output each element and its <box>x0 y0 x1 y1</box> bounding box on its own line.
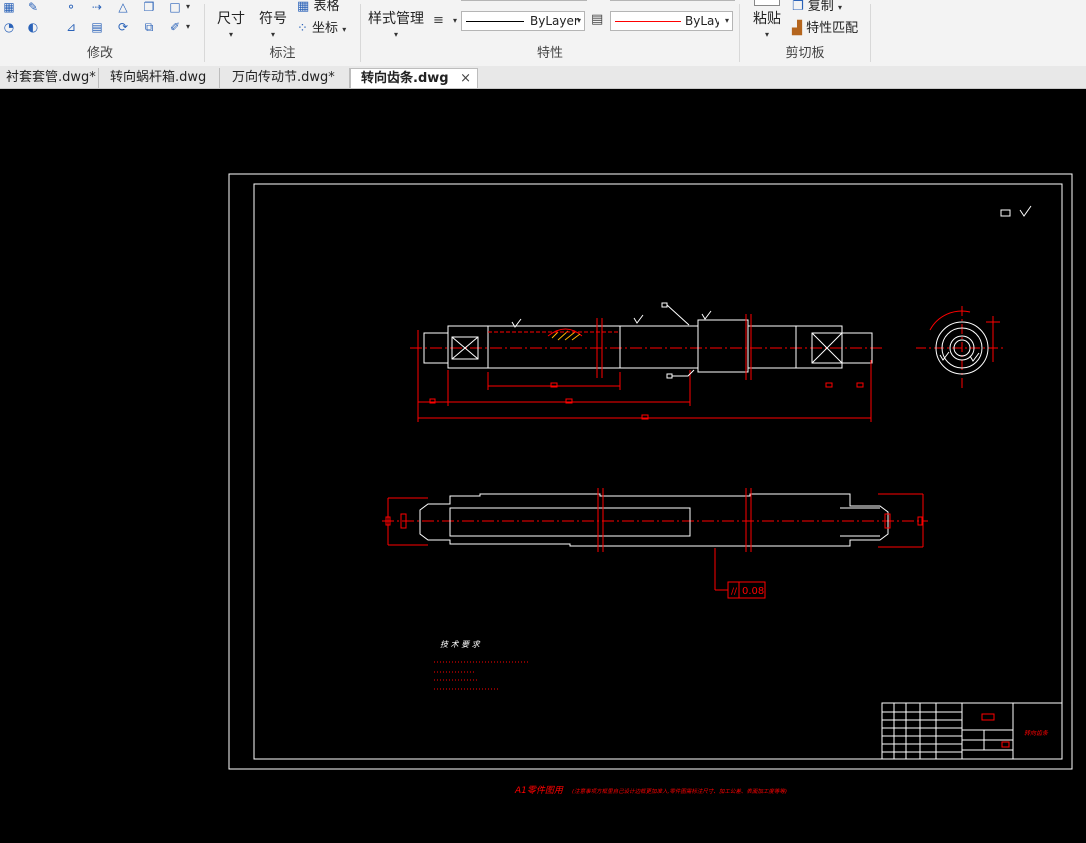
linetype-value: ByLayer <box>530 14 579 28</box>
title-block: 转向齿条 <box>881 702 1063 760</box>
paste-button[interactable]: 粘贴 ▾ <box>753 8 781 39</box>
technical-requirements: 技 术 要 求 <box>434 640 528 690</box>
chevron-down-icon: ▾ <box>270 30 275 39</box>
document-tabs: 衬套套管.dwg* 转向蜗杆箱.dwg 万向传动节.dwg* 转向齿条.dwg … <box>0 66 1086 89</box>
bottom-note: A1零件图用 (注意事项方框里自己设计边框更加准入,零件图需标注尺寸、加工公差、… <box>514 785 787 796</box>
shaft-side-view <box>916 306 1004 390</box>
ribbon: ▦ ◔ ✎ ◐ ⚬ ⊿ ⇢ ▤ △ ⟳ ❐ ⧉ □ ▾ ✐ ▾ 修改 尺寸 ▾ … <box>0 0 1086 67</box>
clipboard-icon <box>754 0 780 6</box>
inner-frame <box>253 183 1063 760</box>
tab-label: 转向蜗杆箱.dwg <box>110 70 207 85</box>
lineweight-icon[interactable]: ≡ <box>433 13 444 28</box>
titleblock-part-name: 转向齿条 <box>1024 729 1049 737</box>
coordinate-button[interactable]: ⁘ 坐标 ▾ <box>297 17 346 36</box>
pencil-icon[interactable]: ✎ <box>26 0 40 14</box>
annotation-panel: 尺寸 ▾ 符号 ▾ ▦ 表格 ⁘ 坐标 ▾ 标注 <box>205 0 360 66</box>
linetype-dropdown[interactable]: ByLayer ▾ <box>461 11 585 31</box>
surface-roughness-note <box>1000 205 1032 217</box>
grid-icon[interactable]: ▦ <box>2 0 16 14</box>
rotate-icon[interactable]: ◔ <box>2 20 16 34</box>
tab-label: 衬套套管.dwg* <box>6 70 96 85</box>
mirror-icon[interactable]: △ <box>116 0 130 14</box>
color-preview <box>615 21 681 22</box>
panel-title-clipboard: 剪切板 <box>785 46 825 61</box>
refresh-icon[interactable]: ⟳ <box>116 20 130 34</box>
style-manager-label: 样式管理 <box>368 11 424 27</box>
symbol-label: 符号 <box>259 11 287 27</box>
tab-document[interactable]: 万向传动节.dwg* <box>222 68 350 88</box>
tolerance-value: 0.08 <box>742 586 764 597</box>
chevron-down-icon: ▾ <box>342 25 347 34</box>
chevron-down-icon: ▾ <box>724 16 729 25</box>
properties-panel: 样式管理 ▾ ≡ ▾ ByLayer ▾ ▤ ByLayer ▾ 特性 <box>361 0 739 66</box>
sphere-icon[interactable]: ◐ <box>26 20 40 34</box>
table-label: 表格 <box>313 0 340 14</box>
dropdown-above <box>461 0 587 1</box>
clipboard-panel: 粘贴 ▾ ❐ 复制 ▾ ▟ 特性匹配 剪切板 <box>740 0 870 66</box>
tab-document[interactable]: 衬套套管.dwg* <box>0 68 99 88</box>
bottom-note-main: A1零件图用 <box>514 785 564 796</box>
array-icon[interactable]: ⧉ <box>142 20 156 34</box>
dropdown-above <box>610 0 735 1</box>
match-properties-label: 特性匹配 <box>806 21 859 36</box>
geometric-tolerance-frame: // 0.08 <box>727 581 766 599</box>
copy-object-icon[interactable]: ❐ <box>142 0 156 14</box>
color-value: ByLayer <box>685 14 719 28</box>
chevron-down-icon: ▾ <box>576 16 581 25</box>
match-properties-button[interactable]: ▟ 特性匹配 <box>792 17 858 36</box>
panel-divider <box>870 4 871 62</box>
layer-icon[interactable]: ▤ <box>591 12 603 27</box>
coordinate-label: 坐标 <box>312 21 339 36</box>
table-icon: ▦ <box>297 0 310 14</box>
dimension-label: 尺寸 <box>217 11 245 27</box>
tab-document-active[interactable]: 转向齿条.dwg × <box>350 68 478 88</box>
edit-icon[interactable]: ✐ <box>168 20 182 34</box>
document-icon[interactable]: ▤ <box>90 20 104 34</box>
shaft-front-annotations <box>511 302 712 379</box>
extend-icon[interactable]: ⇢ <box>90 0 104 14</box>
chevron-down-icon[interactable]: ▾ <box>186 2 190 11</box>
tolerance-symbol: // <box>731 587 738 597</box>
outer-frame <box>228 173 1073 770</box>
dimension-button[interactable]: 尺寸 ▾ <box>217 8 245 39</box>
shaft-bottom-view <box>382 493 928 547</box>
chevron-down-icon[interactable]: ▾ <box>186 22 190 31</box>
shaft-bottom-dimensions <box>385 488 924 591</box>
bottom-note-sub: (注意事项方框里自己设计边框更加准入,零件图需标注尺寸、加工公差、表面加工度等等… <box>572 788 787 795</box>
drawing-canvas[interactable]: // 0.08 技 术 要 求 转向齿条 A1零件图用 (注意事项方框里自己设计… <box>0 88 1086 843</box>
nodes-icon[interactable]: ⚬ <box>64 0 78 14</box>
rectangle-icon[interactable]: □ <box>168 0 182 14</box>
chevron-down-icon[interactable]: ▾ <box>453 16 457 25</box>
shaft-front-view <box>410 319 882 373</box>
copy-button[interactable]: ❐ 复制 ▾ <box>792 0 842 14</box>
coordinate-icon: ⁘ <box>297 21 308 36</box>
panel-title-properties: 特性 <box>536 46 563 61</box>
brush-icon: ▟ <box>792 21 802 36</box>
panel-title-annotation: 标注 <box>269 46 296 61</box>
color-dropdown[interactable]: ByLayer ▾ <box>610 11 733 31</box>
tech-requirements-title: 技 术 要 求 <box>440 640 481 649</box>
copy-label: 复制 <box>807 0 834 14</box>
table-button[interactable]: ▦ 表格 <box>297 0 339 14</box>
chevron-down-icon: ▾ <box>764 30 769 39</box>
chevron-down-icon: ▾ <box>228 30 233 39</box>
chevron-down-icon: ▾ <box>393 30 398 39</box>
symbol-button[interactable]: 符号 ▾ <box>259 8 287 39</box>
offset-icon[interactable]: ⊿ <box>64 20 78 34</box>
tab-label: 万向传动节.dwg* <box>232 70 335 85</box>
chevron-down-icon: ▾ <box>837 3 842 12</box>
copy-icon: ❐ <box>792 0 804 14</box>
style-manager-button[interactable]: 样式管理 ▾ <box>368 8 424 39</box>
linetype-preview <box>466 21 524 22</box>
close-icon[interactable]: × <box>460 69 471 89</box>
tab-label: 转向齿条.dwg <box>361 71 449 86</box>
paste-label: 粘贴 <box>753 11 781 27</box>
modify-panel: ▦ ◔ ✎ ◐ ⚬ ⊿ ⇢ ▤ △ ⟳ ❐ ⧉ □ ▾ ✐ ▾ 修改 <box>0 0 200 66</box>
panel-title-modify: 修改 <box>86 46 113 61</box>
tab-document[interactable]: 转向蜗杆箱.dwg <box>100 68 220 88</box>
